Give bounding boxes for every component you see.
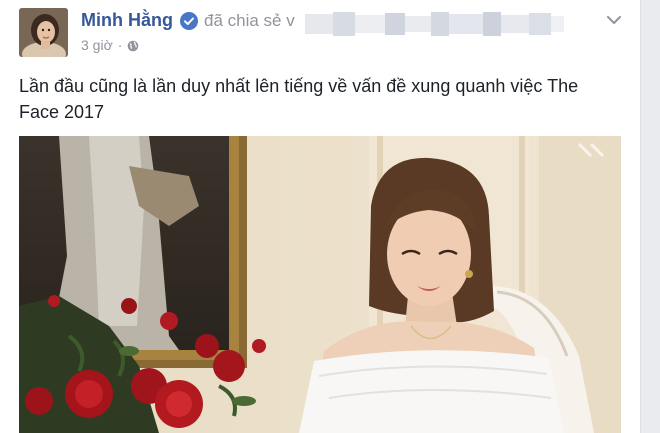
- author-name-link[interactable]: Minh Hằng: [81, 10, 173, 31]
- post-meta: 3 giờ ·: [81, 37, 139, 53]
- timestamp-link[interactable]: 3 giờ: [81, 37, 113, 53]
- post-card: Minh Hằng đã chia sẻ v 3 giờ · Lần đầu c…: [0, 0, 641, 433]
- chevron-down-icon[interactable]: [606, 12, 622, 24]
- shared-action-text: đã chia sẻ v: [204, 11, 295, 30]
- author-avatar[interactable]: [19, 8, 68, 57]
- meta-separator: ·: [117, 37, 123, 53]
- globe-icon[interactable]: [127, 39, 139, 52]
- verified-badge-icon: [180, 12, 198, 30]
- post-video[interactable]: [19, 136, 621, 433]
- post-text: Lần đầu cũng là lần duy nhất lên tiếng v…: [19, 76, 579, 122]
- redacted-shared-target: [299, 12, 564, 36]
